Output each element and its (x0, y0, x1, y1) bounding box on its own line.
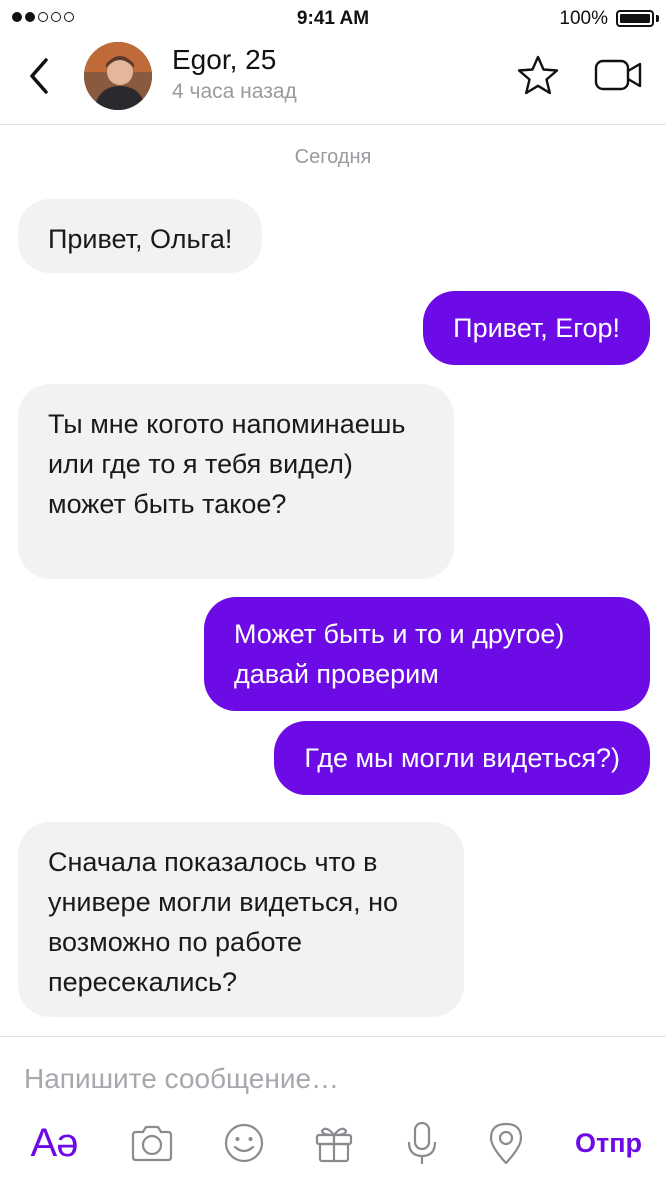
avatar-photo (84, 42, 152, 110)
video-call-button[interactable] (594, 58, 644, 92)
camera-icon (131, 1125, 173, 1162)
microphone-button[interactable] (398, 1119, 446, 1167)
last-seen: 4 часа назад (172, 80, 297, 103)
battery-tip (656, 15, 659, 22)
composer: Aə Отпр (0, 1036, 666, 1186)
gift-button[interactable] (310, 1119, 358, 1167)
microphone-icon (407, 1121, 437, 1164)
camera-button[interactable] (128, 1119, 176, 1167)
message-bubble-incoming[interactable]: Сначала показалось что в универе могли в… (18, 822, 464, 1017)
gift-icon (315, 1127, 353, 1163)
message-bubble-outgoing[interactable]: Привет, Егор! (423, 291, 650, 365)
location-button[interactable] (482, 1119, 530, 1167)
chevron-left-icon (30, 58, 48, 94)
emoji-icon (224, 1123, 264, 1163)
avatar[interactable] (84, 42, 152, 110)
location-icon (489, 1122, 523, 1165)
battery-icon (616, 10, 654, 27)
message-bubble-incoming[interactable]: Привет, Ольга! (18, 199, 263, 273)
message-bubble-incoming[interactable]: Ты мне когото напоминаешь или где то я т… (18, 384, 454, 579)
battery-percent: 100% (559, 8, 608, 29)
chat-header: Egor, 25 4 часа назад (0, 36, 666, 125)
video-camera-icon (594, 59, 642, 91)
emoji-button[interactable] (220, 1119, 268, 1167)
message-input[interactable] (24, 1059, 624, 1099)
text-format-button[interactable]: Aə (24, 1119, 84, 1167)
day-separator: Сегодня (294, 146, 372, 168)
message-bubble-outgoing[interactable]: Где мы могли видеться?) (274, 721, 650, 795)
favorite-button[interactable] (516, 54, 560, 96)
status-bar: 9:41 AM 100% (0, 0, 666, 36)
send-button[interactable]: Отпр (552, 1119, 642, 1167)
contact-name[interactable]: Egor, 25 (172, 44, 276, 76)
back-button[interactable] (20, 54, 60, 98)
message-bubble-outgoing[interactable]: Может быть и то и другое) давай проверим (204, 597, 650, 711)
star-icon (517, 55, 559, 95)
